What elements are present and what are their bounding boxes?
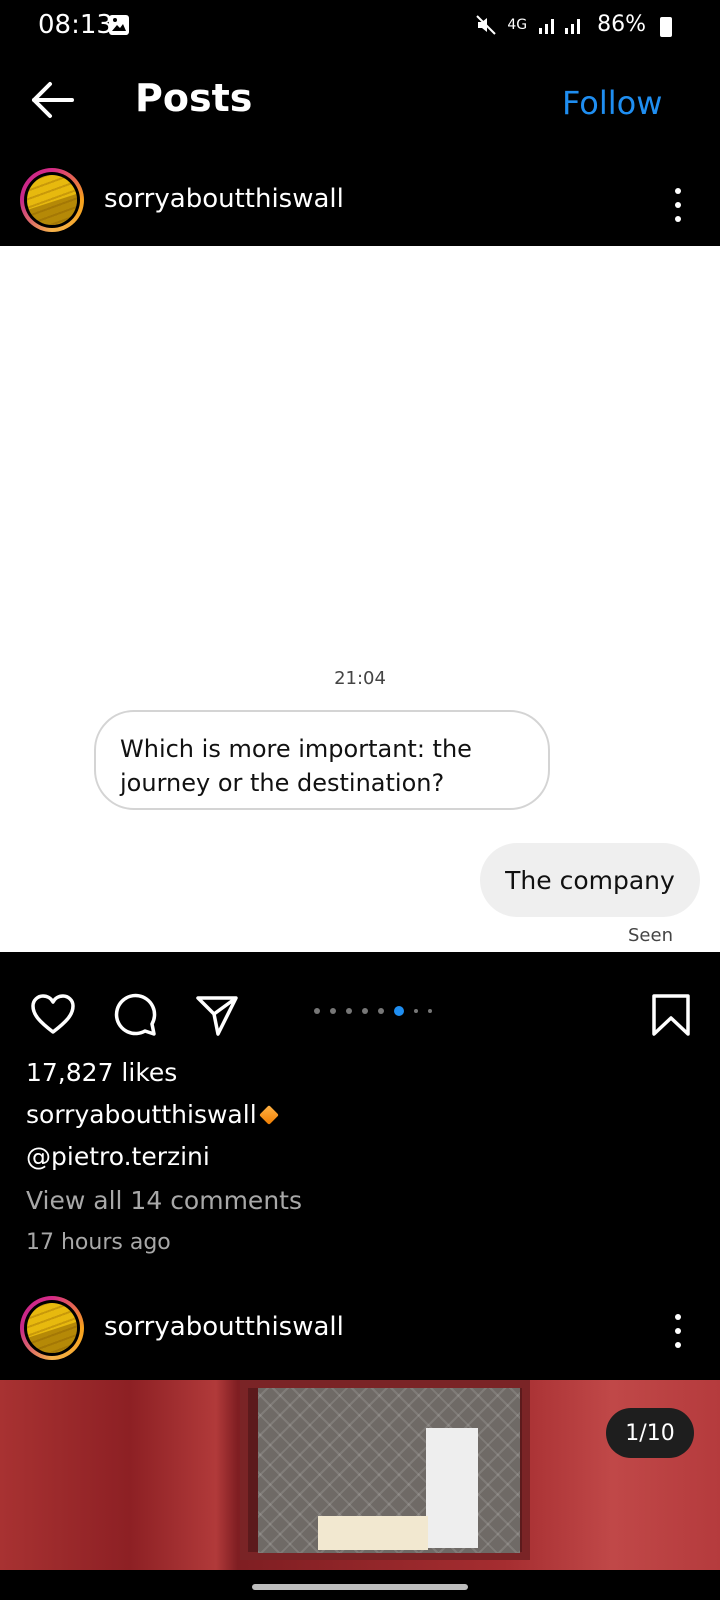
likes-count[interactable]: 17,827 likes bbox=[26, 1058, 177, 1087]
seen-status: Seen bbox=[628, 925, 673, 946]
battery-percent: 86% bbox=[597, 12, 646, 37]
post-timestamp: 17 hours ago bbox=[26, 1230, 171, 1255]
carousel-indicator bbox=[314, 1006, 432, 1016]
window-sign bbox=[426, 1428, 478, 1548]
comment-icon[interactable] bbox=[112, 992, 158, 1038]
caption-username[interactable]: sorryaboutthiswall bbox=[26, 1100, 257, 1129]
back-arrow-icon[interactable] bbox=[28, 80, 76, 120]
post-username[interactable]: sorryaboutthiswall bbox=[104, 184, 344, 214]
carousel-dot bbox=[346, 1008, 352, 1014]
outgoing-message-bubble: The company bbox=[480, 843, 700, 917]
image-icon bbox=[109, 15, 129, 35]
battery-icon bbox=[660, 16, 672, 37]
signal-icon bbox=[539, 18, 581, 34]
post-username[interactable]: sorryaboutthiswall bbox=[104, 1312, 344, 1342]
status-time: 08:13 bbox=[38, 10, 113, 40]
carousel-dot bbox=[314, 1008, 320, 1014]
door-window bbox=[240, 1380, 530, 1560]
caption-mention[interactable]: @pietro.terzini bbox=[26, 1142, 210, 1171]
share-icon[interactable] bbox=[194, 992, 240, 1038]
carousel-dot bbox=[378, 1008, 384, 1014]
status-bar: 08:13 4G 86% bbox=[0, 0, 720, 52]
bookmark-icon[interactable] bbox=[648, 992, 694, 1038]
mute-icon bbox=[476, 14, 497, 35]
carousel-dot-active bbox=[394, 1006, 404, 1016]
carousel-dot bbox=[362, 1008, 368, 1014]
incoming-message-bubble: Which is more important: the journey or … bbox=[94, 710, 550, 810]
follow-button[interactable]: Follow bbox=[562, 84, 662, 122]
carousel-dot bbox=[414, 1009, 418, 1013]
carousel-dot bbox=[330, 1008, 336, 1014]
outgoing-message-text: The company bbox=[505, 865, 675, 895]
page-title: Posts bbox=[135, 76, 253, 120]
post-image[interactable] bbox=[0, 1380, 720, 1570]
window-glass bbox=[258, 1388, 520, 1553]
window-sign bbox=[318, 1516, 428, 1550]
more-icon[interactable] bbox=[672, 188, 684, 222]
avatar[interactable] bbox=[20, 1296, 84, 1360]
more-icon[interactable] bbox=[672, 1314, 684, 1348]
avatar[interactable] bbox=[20, 168, 84, 232]
chat-timestamp: 21:04 bbox=[334, 668, 386, 689]
status-indicators: 4G 86% bbox=[475, 12, 672, 37]
diamond-icon bbox=[259, 1105, 279, 1125]
carousel-dot bbox=[428, 1009, 432, 1013]
heart-icon[interactable] bbox=[30, 992, 76, 1038]
view-comments-link[interactable]: View all 14 comments bbox=[26, 1186, 302, 1215]
network-type: 4G bbox=[507, 16, 528, 33]
home-gesture-bar[interactable] bbox=[252, 1584, 468, 1590]
image-counter: 1/10 bbox=[606, 1408, 694, 1458]
